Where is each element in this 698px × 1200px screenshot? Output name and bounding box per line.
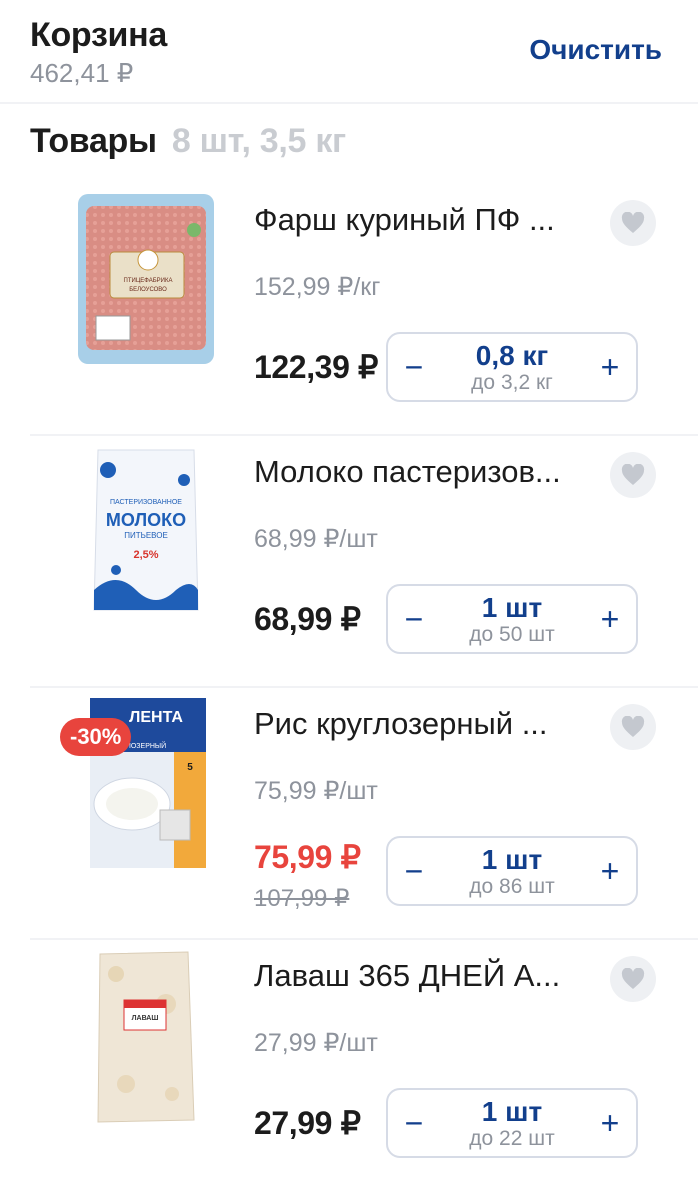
heart-icon bbox=[621, 968, 645, 989]
increase-button[interactable]: + bbox=[584, 1090, 636, 1156]
section-title: Товары 8 шт, 3,5 кг bbox=[30, 122, 346, 161]
rice-brand: ЛЕНТА bbox=[129, 709, 183, 726]
heart-icon bbox=[621, 716, 645, 737]
product-name[interactable]: Лаваш 365 ДНЕЙ А... bbox=[254, 958, 594, 994]
plus-icon: + bbox=[600, 1104, 620, 1141]
milk-label-line1: ПАСТЕРИЗОВАННОЕ bbox=[110, 499, 182, 506]
item-price: 27,99 ₽ bbox=[254, 1105, 361, 1141]
rice-count: 5 bbox=[187, 762, 193, 773]
unit-price: 75,99 ₽/шт bbox=[254, 777, 378, 805]
quantity-display: 1 шт до 22 шт bbox=[440, 1095, 584, 1150]
product-name[interactable]: Рис круглозерный ... bbox=[254, 706, 594, 742]
quantity-max: до 50 шт bbox=[469, 622, 555, 646]
decrease-button[interactable]: − bbox=[388, 334, 440, 400]
heart-icon bbox=[621, 464, 645, 485]
product-name[interactable]: Молоко пастеризов... bbox=[254, 454, 594, 490]
item-price-discounted: 75,99 ₽ bbox=[254, 839, 361, 875]
decrease-button[interactable]: − bbox=[388, 1090, 440, 1156]
quantity-stepper: − 1 шт до 86 шт + bbox=[386, 836, 638, 906]
item-price: 68,99 ₽ bbox=[254, 601, 361, 637]
quantity-stepper: − 0,8 кг до 3,2 кг + bbox=[386, 332, 638, 402]
plus-icon: + bbox=[600, 348, 620, 385]
product-name[interactable]: Фарш куриный ПФ ... bbox=[254, 202, 594, 238]
cart-total: 462,41 ₽ bbox=[30, 58, 134, 88]
clear-cart-button[interactable]: Очистить bbox=[529, 34, 662, 66]
quantity-max: до 86 шт bbox=[469, 874, 555, 898]
favorite-button[interactable] bbox=[610, 956, 656, 1002]
product-image-milk: ПАСТЕРИЗОВАННОЕ МОЛОКО ПИТЬЕВОЕ 2,5% bbox=[93, 449, 199, 611]
minus-icon: − bbox=[404, 852, 424, 889]
increase-button[interactable]: + bbox=[584, 334, 636, 400]
quantity-stepper: − 1 шт до 22 шт + bbox=[386, 1088, 638, 1158]
quantity-display: 0,8 кг до 3,2 кг bbox=[440, 339, 584, 394]
favorite-button[interactable] bbox=[610, 200, 656, 246]
product-image-lavash: ЛАВАШ bbox=[97, 951, 195, 1123]
increase-button[interactable]: + bbox=[584, 586, 636, 652]
plus-icon: + bbox=[600, 852, 620, 889]
favorite-button[interactable] bbox=[610, 704, 656, 750]
decrease-button[interactable]: − bbox=[388, 586, 440, 652]
increase-button[interactable]: + bbox=[584, 838, 636, 904]
cart-item: ПАСТЕРИЗОВАННОЕ МОЛОКО ПИТЬЕВОЕ 2,5% Мол… bbox=[30, 436, 698, 688]
milk-label-line3: ПИТЬЕВОЕ bbox=[124, 531, 168, 540]
milk-label-line4: 2,5% bbox=[133, 549, 158, 561]
mince-brand-line2: БЕЛОУСОВО bbox=[129, 287, 167, 293]
item-old-price: 107,99 ₽ bbox=[254, 885, 350, 912]
cart-header: Корзина 462,41 ₽ Очистить bbox=[0, 0, 698, 104]
decrease-button[interactable]: − bbox=[388, 838, 440, 904]
quantity-max: до 22 шт bbox=[469, 1126, 555, 1150]
cart-item: ЛАВАШ Лаваш 365 ДНЕЙ А... 27,99 ₽/шт 27,… bbox=[30, 940, 698, 1192]
product-image-mince: ПТИЦЕФАБРИКА БЕЛОУСОВО bbox=[78, 194, 214, 364]
plus-icon: + bbox=[600, 600, 620, 637]
cart-item: ПТИЦЕФАБРИКА БЕЛОУСОВО Фарш куриный ПФ .… bbox=[30, 184, 698, 436]
milk-label-line2: МОЛОКО bbox=[106, 510, 186, 530]
minus-icon: − bbox=[404, 600, 424, 637]
quantity-stepper: − 1 шт до 50 шт + bbox=[386, 584, 638, 654]
quantity-max: до 3,2 кг bbox=[471, 370, 553, 394]
minus-icon: − bbox=[404, 348, 424, 385]
cart-item: ЛЕНТА КРУГЛОЗЕРНЫЙ 5 -30% Рис круглозерн… bbox=[30, 688, 698, 940]
quantity-value: 0,8 кг bbox=[475, 339, 549, 371]
item-price: 122,39 ₽ bbox=[254, 349, 378, 385]
page-title: Корзина bbox=[30, 16, 167, 54]
quantity-value: 1 шт bbox=[481, 843, 543, 875]
heart-icon bbox=[621, 212, 645, 233]
unit-price: 68,99 ₽/шт bbox=[254, 525, 378, 553]
discount-badge: -30% bbox=[60, 718, 132, 756]
section-summary: 8 шт, 3,5 кг bbox=[171, 122, 346, 160]
quantity-value: 1 шт bbox=[481, 1095, 543, 1127]
unit-price: 152,99 ₽/кг bbox=[254, 273, 381, 301]
minus-icon: − bbox=[404, 1104, 424, 1141]
lavash-label: ЛАВАШ bbox=[132, 1015, 159, 1022]
mince-brand-line1: ПТИЦЕФАБРИКА bbox=[124, 278, 173, 284]
favorite-button[interactable] bbox=[610, 452, 656, 498]
quantity-value: 1 шт bbox=[481, 591, 543, 623]
quantity-display: 1 шт до 50 шт bbox=[440, 591, 584, 646]
quantity-display: 1 шт до 86 шт bbox=[440, 843, 584, 898]
section-title-label: Товары bbox=[30, 122, 157, 160]
unit-price: 27,99 ₽/шт bbox=[254, 1029, 378, 1057]
